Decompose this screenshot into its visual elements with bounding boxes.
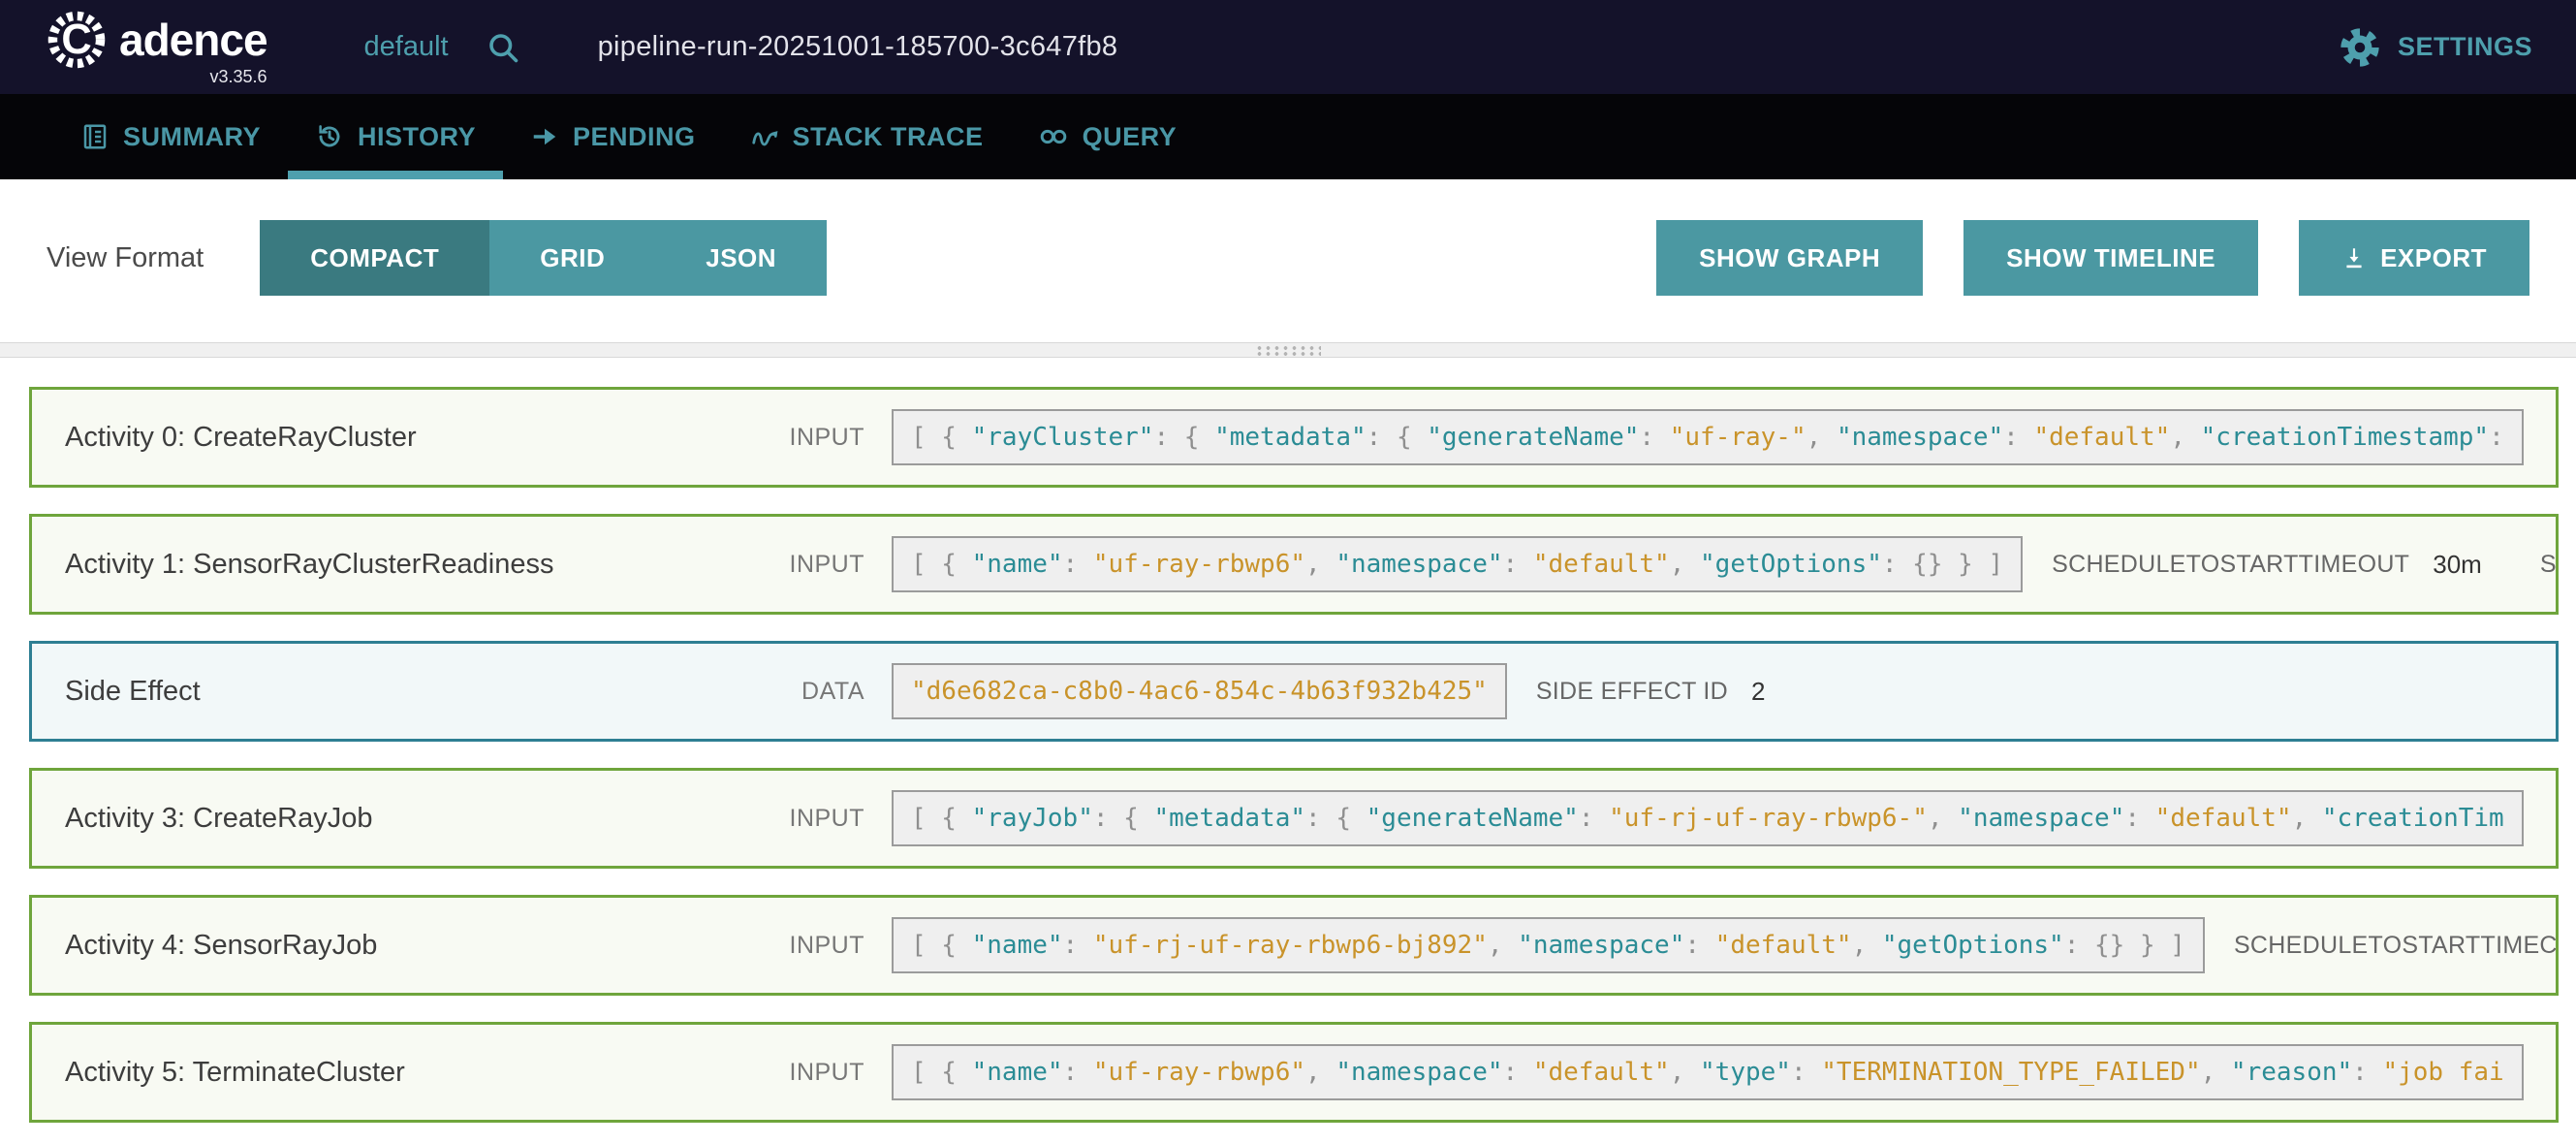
event-title: Activity 1: SensorRayClusterReadiness (65, 549, 734, 581)
history-event-list: Activity 0: CreateRayCluster INPUT [ { "… (0, 358, 2576, 1123)
event-title: Side Effect (65, 676, 734, 708)
io-label: INPUT (734, 1059, 864, 1087)
event-title: Activity 0: CreateRayCluster (65, 422, 734, 454)
download-icon (2341, 245, 2367, 270)
tab-history[interactable]: HISTORY (288, 94, 503, 179)
svg-text:C: C (61, 16, 91, 63)
event-row-activity-4[interactable]: Activity 4: SensorRayJob INPUT [ { "name… (29, 895, 2559, 996)
view-mode-json-button[interactable]: JSON (655, 220, 827, 296)
app-version: v3.35.6 (209, 67, 267, 87)
app-header: C adence v3.35.6 default pipeline-run-20… (0, 0, 2576, 94)
pending-icon (530, 122, 559, 151)
io-label: DATA (734, 678, 864, 706)
event-attr-pair: SIDE EFFECT ID2 (1536, 677, 1766, 707)
tab-label: SUMMARY (123, 122, 261, 152)
history-icon (315, 122, 344, 151)
event-payload-code[interactable]: [ { "name": "uf-ray-rbwp6", "namespace":… (892, 1044, 2524, 1100)
query-icon (1038, 122, 1069, 151)
show-graph-label: SHOW GRAPH (1699, 243, 1880, 273)
brand-wordmark: adence (119, 14, 267, 66)
event-attr-pair: SCH (2540, 551, 2559, 579)
event-attrs: SCHEDULETOSTARTTIMEOUT30m SCH (2052, 550, 2559, 580)
settings-label: SETTINGS (2398, 32, 2532, 62)
tab-pending[interactable]: PENDING (503, 94, 723, 179)
tab-label: PENDING (573, 122, 696, 152)
event-row-activity-0[interactable]: Activity 0: CreateRayCluster INPUT [ { "… (29, 387, 2559, 488)
tab-label: QUERY (1083, 122, 1178, 152)
event-row-activity-5[interactable]: Activity 5: TerminateCluster INPUT [ { "… (29, 1022, 2559, 1123)
event-payload-code[interactable]: [ { "name": "uf-ray-rbwp6", "namespace":… (892, 536, 2023, 592)
search-icon[interactable] (486, 30, 520, 65)
event-attr-pair: SCHEDULETOSTARTTIMEOUT30m (2052, 550, 2482, 580)
io-label: INPUT (734, 932, 864, 960)
event-row-side-effect[interactable]: Side Effect DATA "d6e682ca-c8b0-4ac6-854… (29, 641, 2559, 742)
event-attr-pair: SCHEDULETOSTARTTIMEC (2234, 932, 2558, 960)
view-format-label: View Format (47, 242, 204, 274)
export-label: EXPORT (2380, 243, 2487, 273)
drag-grip-icon (1255, 345, 1321, 356)
tab-stack-trace[interactable]: STACK TRACE (723, 94, 1011, 179)
settings-button[interactable]: SETTINGS (2338, 25, 2532, 70)
event-title: Activity 3: CreateRayJob (65, 803, 734, 835)
event-attrs: SCHEDULETOSTARTTIMEC (2234, 932, 2559, 960)
gear-c-logo-icon: C (44, 7, 110, 73)
stacktrace-icon (750, 122, 779, 151)
show-timeline-button[interactable]: SHOW TIMELINE (1963, 220, 2258, 296)
show-timeline-label: SHOW TIMELINE (2006, 243, 2215, 273)
cadence-logo[interactable]: C adence v3.35.6 (44, 7, 267, 87)
event-payload-code[interactable]: [ { "name": "uf-rj-uf-ray-rbwp6-bj892", … (892, 917, 2205, 973)
event-payload-code[interactable]: [ { "rayCluster": { "metadata": { "gener… (892, 409, 2524, 465)
event-title: Activity 5: TerminateCluster (65, 1057, 734, 1089)
event-row-activity-3[interactable]: Activity 3: CreateRayJob INPUT [ { "rayJ… (29, 768, 2559, 869)
event-row-activity-1[interactable]: Activity 1: SensorRayClusterReadiness IN… (29, 514, 2559, 615)
show-graph-button[interactable]: SHOW GRAPH (1656, 220, 1923, 296)
io-label: INPUT (734, 424, 864, 452)
event-title: Activity 4: SensorRayJob (65, 930, 734, 962)
event-payload-code[interactable]: "d6e682ca-c8b0-4ac6-854c-4b63f932b425" (892, 663, 1507, 719)
view-mode-compact-button[interactable]: COMPACT (260, 220, 489, 296)
domain-selector[interactable]: default (364, 31, 449, 63)
tab-summary[interactable]: SUMMARY (53, 94, 288, 179)
view-format-switcher: COMPACT GRID JSON (260, 220, 827, 296)
io-label: INPUT (734, 805, 864, 833)
event-attrs: SIDE EFFECT ID2 (1536, 677, 1824, 707)
view-toolbar: View Format COMPACT GRID JSON SHOW GRAPH… (0, 179, 2576, 296)
tab-query[interactable]: QUERY (1011, 94, 1205, 179)
tab-label: HISTORY (358, 122, 476, 152)
gear-icon (2338, 25, 2382, 70)
tab-label: STACK TRACE (793, 122, 984, 152)
view-mode-grid-button[interactable]: GRID (489, 220, 655, 296)
export-button[interactable]: EXPORT (2299, 220, 2529, 296)
event-payload-code[interactable]: [ { "rayJob": { "metadata": { "generateN… (892, 790, 2524, 846)
panel-resize-divider[interactable] (0, 342, 2576, 358)
summary-icon (80, 122, 110, 151)
io-label: INPUT (734, 551, 864, 579)
tab-bar: SUMMARY HISTORY PENDING STACK TRACE (0, 94, 2576, 179)
workflow-run-title: pipeline-run-20251001-185700-3c647fb8 (598, 31, 1118, 63)
